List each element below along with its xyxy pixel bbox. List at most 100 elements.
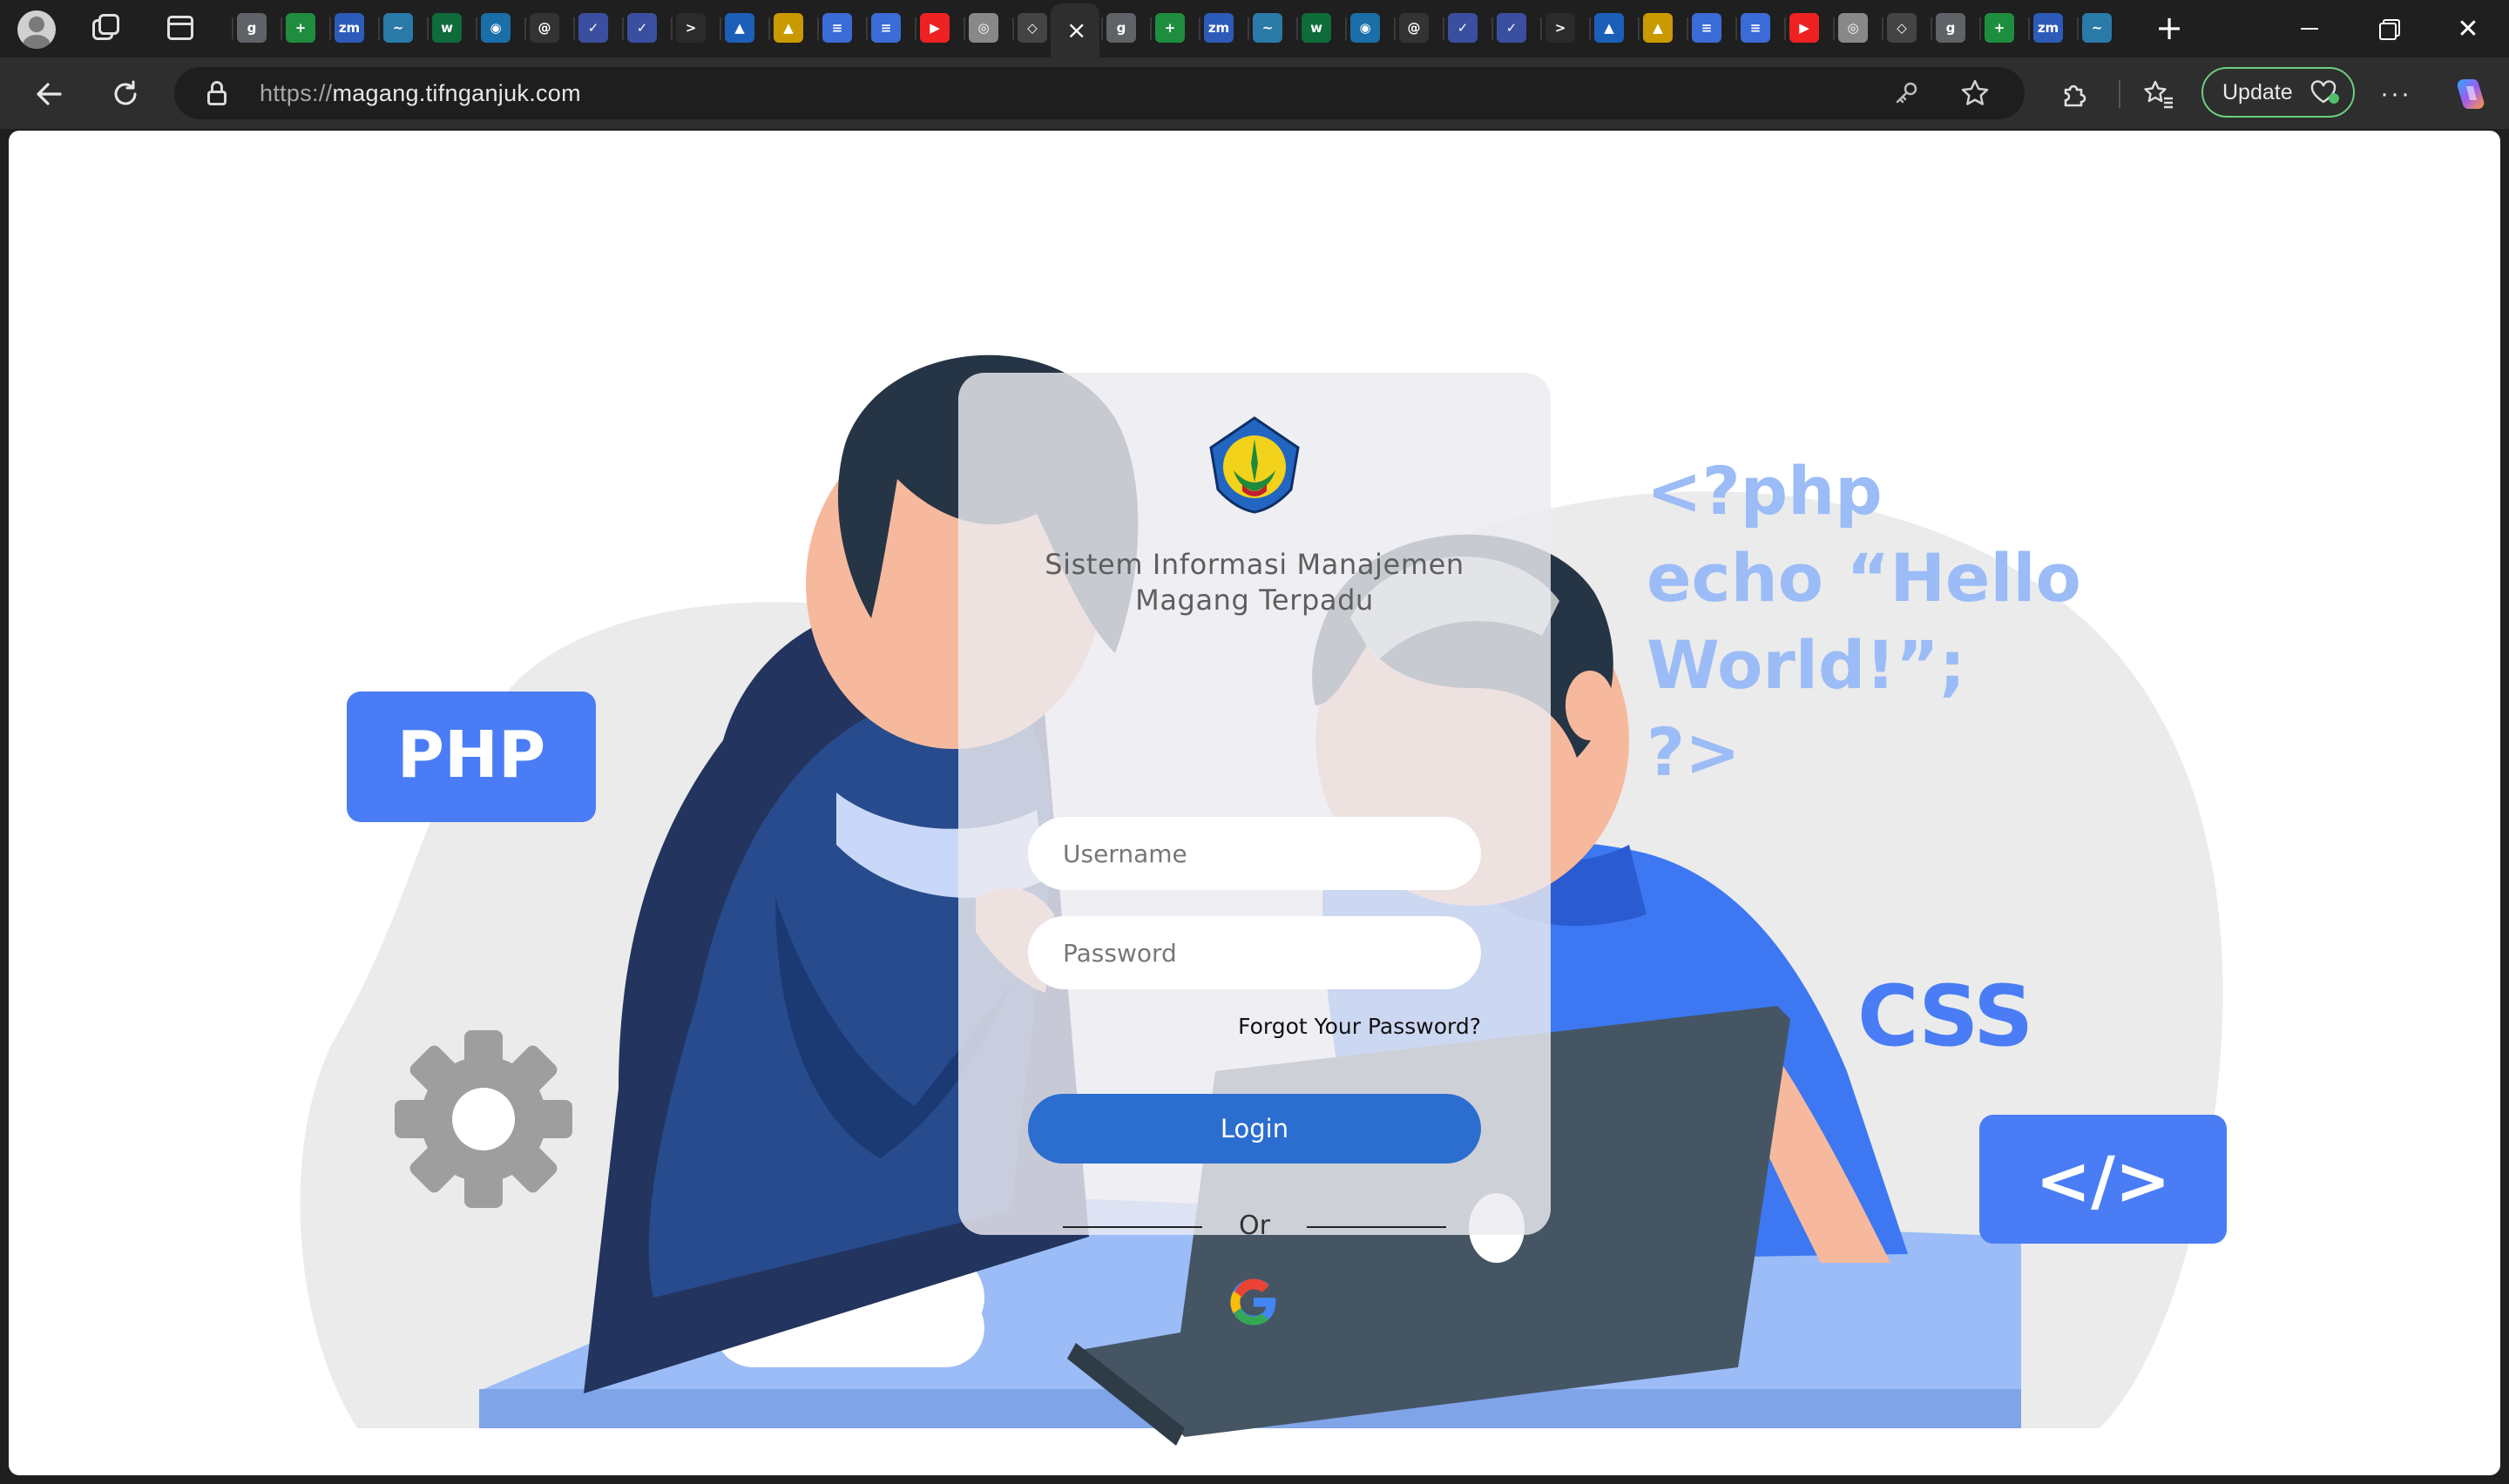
update-label: Update xyxy=(2222,79,2293,105)
heart-pulse-icon xyxy=(2309,79,2341,105)
update-button[interactable]: Update xyxy=(2201,67,2355,118)
close-tab-icon[interactable]: × xyxy=(1066,16,1086,44)
tab-separator xyxy=(427,17,429,40)
lock-icon[interactable] xyxy=(207,81,227,105)
chrome-icon[interactable]: ◎ xyxy=(969,13,998,43)
tab-separator xyxy=(1443,17,1444,40)
sheets-icon[interactable]: + xyxy=(286,13,315,43)
tab-separator xyxy=(768,17,770,40)
terminal-icon[interactable]: > xyxy=(676,13,706,43)
docs-icon[interactable]: ≡ xyxy=(871,13,901,43)
docs-icon[interactable]: ≡ xyxy=(1741,13,1770,43)
browser-tab-strip: g + zm ~ w ◉ @ ✓ ✓ > ▲ ▲ ≡ ≡ ▶ ◎ ◇ × g + zm ~ w ◉ @ ✓ ✓ > ▲ ▲ ≡ ≡ ▶ ◎ ◇ g… xyxy=(0,0,2509,57)
tab-separator xyxy=(1735,17,1737,40)
favorites-icon[interactable] xyxy=(2136,71,2181,117)
chrome-icon[interactable]: ◎ xyxy=(1838,13,1868,43)
tab-separator xyxy=(281,17,282,40)
favorite-star-icon[interactable] xyxy=(1960,78,1990,108)
tab-separator xyxy=(622,17,624,40)
tab-separator xyxy=(524,17,526,40)
address-bar[interactable]: https://magang.tifnganjuk.com xyxy=(174,67,2025,119)
profile-avatar-icon[interactable] xyxy=(17,10,56,49)
browser-toolbar: https://magang.tifnganjuk.com Update ··· xyxy=(0,57,2509,129)
terminal-icon[interactable]: > xyxy=(1545,13,1575,43)
docs-icon[interactable]: ≡ xyxy=(822,13,852,43)
tailwind-icon[interactable]: ~ xyxy=(383,13,413,43)
youtube-icon[interactable]: ▶ xyxy=(920,13,950,43)
back-button[interactable] xyxy=(26,71,71,117)
tab-separator xyxy=(720,17,721,40)
app-title-line2: Magang Terpadu xyxy=(1135,583,1374,617)
drive-icon[interactable]: ▲ xyxy=(774,13,803,43)
tab-separator xyxy=(671,17,673,40)
code-line-4: ?> xyxy=(1647,713,1741,791)
tab-separator xyxy=(573,17,575,40)
minimize-button[interactable] xyxy=(2286,7,2333,51)
zoom-icon[interactable]: zm xyxy=(2033,13,2063,43)
tailwind-icon[interactable]: ~ xyxy=(2082,13,2112,43)
url-text[interactable]: https://magang.tifnganjuk.com xyxy=(260,80,581,107)
sheets-icon[interactable]: + xyxy=(1155,13,1185,43)
drive-icon[interactable]: ▲ xyxy=(1643,13,1673,43)
sheets-icon[interactable]: + xyxy=(1985,13,2014,43)
toolbar-divider xyxy=(2119,80,2120,108)
restore-button[interactable] xyxy=(2365,7,2412,51)
active-tab[interactable]: × xyxy=(1051,3,1099,57)
code-line-1: <?php xyxy=(1647,452,1883,530)
workspaces-icon[interactable] xyxy=(92,14,120,42)
tab-separator xyxy=(1687,17,1688,40)
youtube-icon[interactable]: ▶ xyxy=(1789,13,1819,43)
close-window-button[interactable]: ✕ xyxy=(2445,7,2492,51)
zoom-icon[interactable]: zm xyxy=(1204,13,1234,43)
g-icon[interactable]: g xyxy=(1936,13,1965,43)
docs-icon[interactable]: ≡ xyxy=(1692,13,1721,43)
php-badge-label: PHP xyxy=(397,718,545,793)
codepen-icon[interactable]: ◇ xyxy=(1018,13,1047,43)
tab-separator xyxy=(1784,17,1786,40)
bird-icon[interactable]: ✓ xyxy=(1448,13,1478,43)
threads-icon[interactable]: @ xyxy=(1399,13,1429,43)
tab-separator xyxy=(1345,17,1347,40)
cap-icon[interactable]: ▲ xyxy=(725,13,754,43)
more-menu-icon[interactable]: ··· xyxy=(2373,71,2418,117)
tab-separator xyxy=(1199,17,1200,40)
page-viewport: PHP <?php echo “Hello World!”; ?> CSS </… xyxy=(9,131,2500,1475)
institution-logo xyxy=(1209,416,1300,514)
g-icon[interactable]: g xyxy=(1106,13,1136,43)
username-input[interactable] xyxy=(1028,817,1481,890)
css-label: CSS xyxy=(1857,968,2032,1065)
tab-separator xyxy=(2077,17,2079,40)
cap-icon[interactable]: ▲ xyxy=(1594,13,1624,43)
tab-separator xyxy=(1101,17,1103,40)
google-icon[interactable] xyxy=(1228,1277,1279,1327)
new-tab-button[interactable]: + xyxy=(2152,11,2187,47)
tab-separator xyxy=(476,17,477,40)
gear-icon xyxy=(395,1030,572,1208)
bird-icon[interactable]: ✓ xyxy=(627,13,657,43)
copilot-icon[interactable] xyxy=(2448,71,2493,117)
or-divider-right xyxy=(1307,1226,1446,1228)
app-title: Sistem Informasi Manajemen Magang Terpad… xyxy=(958,547,1551,618)
password-input[interactable] xyxy=(1028,916,1481,989)
tab-separator xyxy=(866,17,868,40)
g-icon[interactable]: g xyxy=(237,13,267,43)
extensions-icon[interactable] xyxy=(2051,71,2096,117)
globe-icon[interactable]: ◉ xyxy=(1350,13,1380,43)
codepen-icon[interactable]: ◇ xyxy=(1887,13,1917,43)
bird-icon[interactable]: ✓ xyxy=(1497,13,1526,43)
tab-separator xyxy=(817,17,819,40)
tab-separator xyxy=(329,17,331,40)
w-icon[interactable]: w xyxy=(432,13,462,43)
tab-actions-icon[interactable] xyxy=(167,16,193,40)
refresh-button[interactable] xyxy=(103,71,148,117)
forgot-password-link[interactable]: Forgot Your Password? xyxy=(1237,1014,1481,1039)
key-icon[interactable] xyxy=(1892,79,1920,107)
login-button[interactable]: Login xyxy=(1028,1094,1481,1164)
threads-icon[interactable]: @ xyxy=(530,13,559,43)
zoom-icon[interactable]: zm xyxy=(335,13,364,43)
tab-separator xyxy=(1150,17,1152,40)
tailwind-icon[interactable]: ~ xyxy=(1253,13,1282,43)
globe-icon[interactable]: ◉ xyxy=(481,13,511,43)
bird-icon[interactable]: ✓ xyxy=(578,13,608,43)
w-icon[interactable]: w xyxy=(1302,13,1331,43)
